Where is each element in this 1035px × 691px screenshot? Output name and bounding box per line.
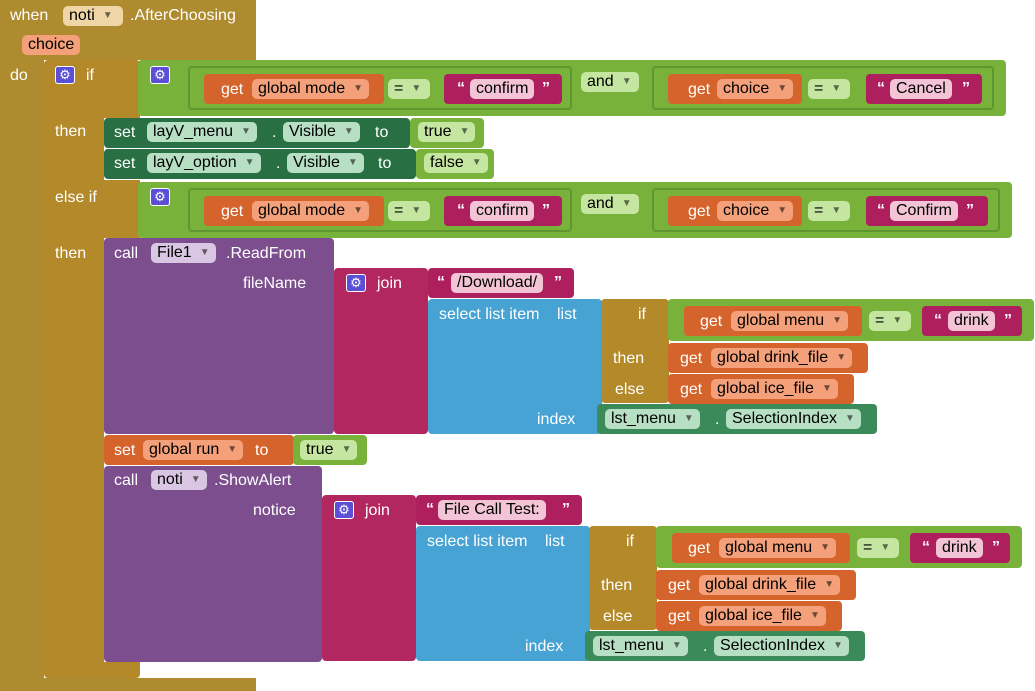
if-gear-icon[interactable]: ⚙ bbox=[55, 66, 75, 84]
and-dropdown[interactable]: and ▼ bbox=[581, 72, 639, 92]
when-label: when bbox=[10, 7, 49, 24]
method-label: .ReadFrom bbox=[226, 245, 307, 262]
bool-dropdown[interactable]: false ▼ bbox=[424, 153, 488, 173]
event-name: .AfterChoosing bbox=[130, 7, 236, 24]
set-label: set bbox=[114, 124, 136, 141]
select-label: select list item bbox=[439, 306, 540, 323]
dot-label: . bbox=[272, 124, 277, 141]
if-label: if bbox=[86, 67, 94, 84]
text-value[interactable]: confirm bbox=[470, 201, 535, 221]
arg-label: notice bbox=[253, 502, 296, 519]
var-dropdown[interactable]: global menu ▼ bbox=[731, 311, 849, 331]
var-dropdown[interactable]: global menu ▼ bbox=[719, 538, 837, 558]
component-dropdown[interactable]: layV_option ▼ bbox=[147, 153, 261, 173]
property-dropdown[interactable]: SelectionIndex ▼ bbox=[726, 409, 861, 429]
text-value[interactable]: drink bbox=[948, 311, 995, 331]
get-label: get bbox=[680, 350, 703, 367]
if-label: if bbox=[638, 306, 646, 323]
component-dropdown[interactable]: File1 ▼ bbox=[151, 243, 216, 263]
then-label: then bbox=[601, 577, 633, 594]
call-showalert-block[interactable] bbox=[104, 466, 322, 662]
join-gear-icon[interactable]: ⚙ bbox=[346, 274, 366, 292]
then-label-2: then bbox=[55, 245, 87, 262]
text-value[interactable]: Cancel bbox=[890, 79, 952, 99]
list-label: list bbox=[557, 306, 577, 323]
join-label: join bbox=[365, 502, 390, 519]
text-value[interactable]: Confirm bbox=[890, 201, 959, 221]
do-label: do bbox=[10, 67, 28, 84]
and-dropdown[interactable]: and ▼ bbox=[581, 194, 639, 214]
text-value[interactable]: drink bbox=[936, 538, 983, 558]
event-param-choice[interactable]: choice bbox=[22, 35, 81, 55]
get-label: get bbox=[688, 203, 711, 220]
text-value[interactable]: File Call Test: bbox=[438, 500, 546, 520]
var-dropdown[interactable]: global drink_file ▼ bbox=[699, 575, 841, 595]
var-dropdown[interactable]: global ice_file ▼ bbox=[699, 606, 826, 626]
join-gear-icon[interactable]: ⚙ bbox=[334, 501, 354, 519]
component-dropdown[interactable]: noti ▼ bbox=[151, 470, 207, 490]
dot-label: . bbox=[276, 155, 281, 172]
to-label: to bbox=[378, 155, 392, 172]
then-label: then bbox=[613, 350, 645, 367]
and-gear-icon-2[interactable]: ⚙ bbox=[150, 188, 170, 206]
call-label: call bbox=[114, 472, 139, 489]
get-label: get bbox=[688, 81, 711, 98]
else-label: else bbox=[603, 608, 633, 625]
call-readfrom-block[interactable] bbox=[104, 238, 334, 434]
select-label: select list item bbox=[427, 533, 528, 550]
dot-label: . bbox=[703, 638, 708, 655]
eq-dropdown[interactable]: = ▼ bbox=[808, 201, 850, 221]
var-dropdown[interactable]: choice ▼ bbox=[717, 201, 794, 221]
eq-dropdown[interactable]: = ▼ bbox=[857, 538, 899, 558]
then-label: then bbox=[55, 123, 87, 140]
var-dropdown[interactable]: global ice_file ▼ bbox=[711, 379, 838, 399]
and-gear-icon-1[interactable]: ⚙ bbox=[150, 66, 170, 84]
eq-dropdown[interactable]: = ▼ bbox=[869, 311, 911, 331]
var-dropdown[interactable]: global mode ▼ bbox=[252, 201, 370, 221]
join-label: join bbox=[377, 275, 402, 292]
text-value[interactable]: confirm bbox=[470, 79, 535, 99]
arg-label: fileName bbox=[243, 275, 307, 292]
index-label: index bbox=[525, 638, 564, 655]
get-label: get bbox=[668, 577, 691, 594]
method-label: .ShowAlert bbox=[214, 472, 292, 489]
bool-dropdown[interactable]: true ▼ bbox=[300, 440, 358, 460]
to-label: to bbox=[255, 442, 269, 459]
event-component-dropdown[interactable]: noti ▼ bbox=[63, 6, 123, 26]
eq-dropdown[interactable]: = ▼ bbox=[808, 79, 850, 99]
property-dropdown[interactable]: Visible ▼ bbox=[287, 153, 364, 173]
eq-dropdown[interactable]: = ▼ bbox=[388, 79, 430, 99]
var-dropdown[interactable]: global run ▼ bbox=[143, 440, 244, 460]
else-label: else bbox=[615, 381, 645, 398]
var-dropdown[interactable]: global drink_file ▼ bbox=[711, 348, 853, 368]
get-label: get bbox=[221, 81, 244, 98]
component-dropdown[interactable]: lst_menu ▼ bbox=[605, 409, 700, 429]
set-label: set bbox=[114, 155, 136, 172]
get-label: get bbox=[688, 540, 711, 557]
if-label: if bbox=[626, 533, 634, 550]
to-label: to bbox=[375, 124, 389, 141]
list-label: list bbox=[545, 533, 565, 550]
property-dropdown[interactable]: Visible ▼ bbox=[283, 122, 360, 142]
property-dropdown[interactable]: SelectionIndex ▼ bbox=[714, 636, 849, 656]
eq-dropdown[interactable]: = ▼ bbox=[388, 201, 430, 221]
var-dropdown[interactable]: global mode ▼ bbox=[252, 79, 370, 99]
get-label: get bbox=[668, 608, 691, 625]
dot-label: . bbox=[715, 411, 720, 428]
component-dropdown[interactable]: layV_menu ▼ bbox=[147, 122, 257, 142]
component-dropdown[interactable]: lst_menu ▼ bbox=[593, 636, 688, 656]
set-label: set bbox=[114, 442, 136, 459]
get-label: get bbox=[221, 203, 244, 220]
index-label: index bbox=[537, 411, 576, 428]
else-if-label: else if bbox=[55, 189, 97, 206]
call-label: call bbox=[114, 245, 139, 262]
var-dropdown[interactable]: choice ▼ bbox=[717, 79, 794, 99]
get-label: get bbox=[680, 381, 703, 398]
text-value[interactable]: /Download/ bbox=[451, 273, 544, 293]
bool-dropdown[interactable]: true ▼ bbox=[418, 122, 476, 142]
get-label: get bbox=[700, 313, 723, 330]
